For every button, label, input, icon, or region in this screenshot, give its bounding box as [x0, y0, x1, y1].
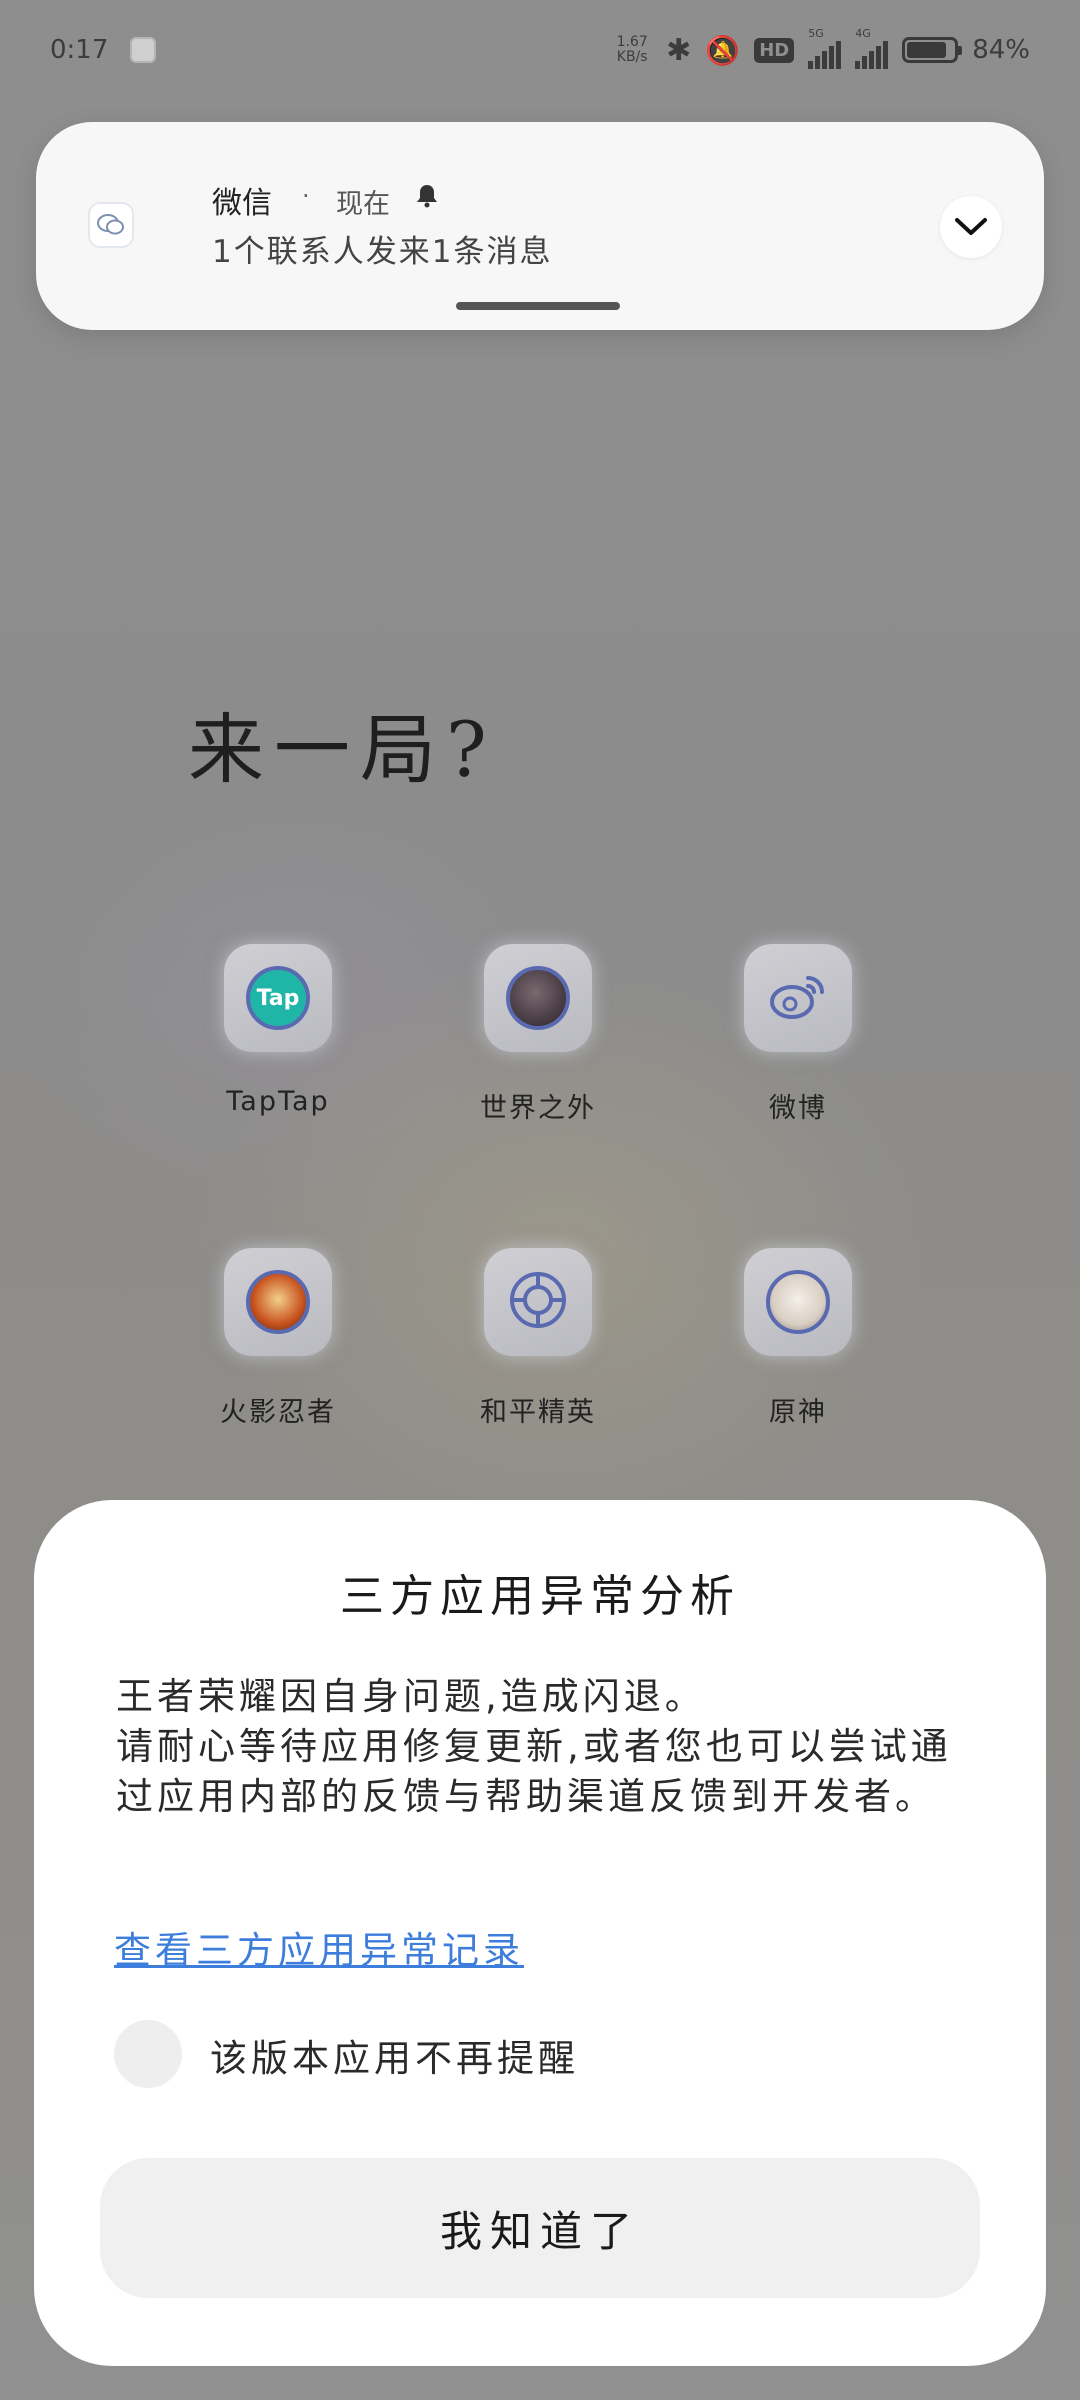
wechat-notification[interactable]: 微信 · 现在 1个联系人发来1条消息 — [36, 122, 1044, 330]
got-it-button[interactable]: 我知道了 — [100, 2158, 980, 2298]
app-label-huoyingrenzhe: 火影忍者 — [220, 1397, 336, 1428]
huoyingrenzhe-logo-icon — [246, 1270, 310, 1334]
app-icon-shijiezhiwai[interactable] — [484, 944, 592, 1052]
folder-title: 来一局? — [188, 705, 497, 794]
app-notification-icon — [130, 37, 157, 63]
battery-percent: 84% — [972, 35, 1030, 65]
expand-notification-button[interactable] — [940, 196, 1002, 258]
bluetooth-icon: ✱ — [666, 32, 692, 68]
app-label-shijiezhiwai: 世界之外 — [480, 1093, 596, 1124]
signal-4g-icon: 4G — [855, 27, 889, 69]
dialog-body-line-1: 王者荣耀因自身问题,造成闪退。 — [116, 1675, 706, 1718]
app-icon-yuanshen[interactable] — [744, 1248, 852, 1356]
app-icon-huoyingrenzhe[interactable] — [224, 1248, 332, 1356]
app-icon-hepingjingying[interactable] — [484, 1248, 592, 1356]
hd-voice-badge: HD — [754, 37, 795, 63]
dialog-title: 三方应用异常分析 — [340, 1571, 740, 1622]
crosshair-logo-icon — [506, 1268, 570, 1336]
mute-bell-icon: 🔕 — [705, 33, 741, 67]
battery-icon — [902, 37, 963, 63]
notification-drag-handle[interactable] — [456, 302, 620, 310]
shijiezhiwai-logo-icon — [506, 966, 570, 1030]
status-bar: 0:17 1.67 KB/s ✱ 🔕 HD 5G 4G 84% — [0, 0, 1080, 100]
bell-icon — [414, 182, 440, 215]
app-label-taptap: TapTap — [226, 1086, 330, 1117]
app-crash-dialog: 三方应用异常分析 王者荣耀因自身问题,造成闪退。 请耐心等待应用修复更新,或者您… — [34, 1500, 1046, 2366]
app-icon-taptap[interactable]: Tap — [224, 944, 332, 1052]
network-speed: 1.67 KB/s — [616, 34, 648, 65]
taptap-logo-icon: Tap — [246, 966, 310, 1030]
yuanshen-logo-icon — [766, 1270, 830, 1334]
notification-time: 现在 — [336, 189, 390, 220]
view-crash-records-link[interactable]: 查看三方应用异常记录 — [114, 1920, 524, 1974]
chevron-down-icon — [955, 218, 987, 235]
dialog-body-line-2: 请耐心等待应用修复更新,或者您也可以尝试通过应用内部的反馈与帮助渠道反馈到开发者… — [116, 1725, 952, 1818]
app-label-hepingjingying: 和平精英 — [480, 1397, 596, 1428]
app-label-yuanshen: 原神 — [769, 1397, 827, 1428]
wechat-icon — [88, 202, 134, 248]
app-icon-weibo[interactable] — [744, 944, 852, 1052]
dont-remind-checkbox[interactable] — [114, 2020, 182, 2088]
separator-dot: · — [302, 182, 310, 210]
weibo-logo-icon — [766, 966, 830, 1030]
app-label-weibo: 微博 — [769, 1093, 827, 1124]
clock: 0:17 — [50, 35, 109, 65]
dialog-body: 王者荣耀因自身问题,造成闪退。 请耐心等待应用修复更新,或者您也可以尝试通过应用… — [116, 1672, 976, 1822]
notification-app-name: 微信 — [212, 186, 272, 221]
notification-message: 1个联系人发来1条消息 — [212, 234, 553, 270]
signal-5g-icon: 5G — [808, 27, 842, 69]
dont-remind-label[interactable]: 该版本应用不再提醒 — [210, 2028, 579, 2082]
